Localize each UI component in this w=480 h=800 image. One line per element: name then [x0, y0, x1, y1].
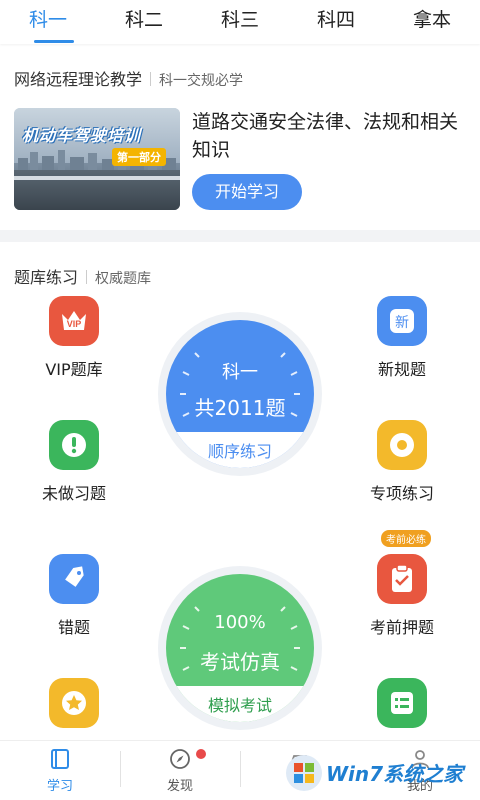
sequence-dial-count: 共2011题	[194, 396, 286, 420]
nav-discover[interactable]: 发现	[120, 741, 240, 794]
exam-dial-percent: 100%	[214, 612, 266, 633]
sequence-practice-dial[interactable]: 科一 共2011题 顺序练习	[158, 312, 322, 476]
practice-section-title: 题库练习	[14, 268, 79, 287]
exam-dial-mode: 考试仿真	[200, 650, 280, 674]
site-watermark: Win7系统之家	[282, 750, 478, 796]
pre-exam-badge: 考前必练	[381, 530, 431, 547]
active-tab-indicator	[34, 40, 74, 43]
practice-section-header: 题库练习 权威题库	[14, 264, 151, 288]
pre-exam-questions[interactable]: 考前押题	[342, 554, 462, 638]
new-badge-icon: 新	[377, 296, 427, 346]
crown-vip-icon: VIP	[49, 296, 99, 346]
wrong-questions-label: 错题	[57, 618, 90, 637]
header-divider	[86, 270, 88, 284]
tab-subject-two[interactable]: 科二	[108, 6, 180, 34]
tab-subject-four[interactable]: 科四	[300, 6, 372, 34]
list-questions[interactable]	[342, 678, 462, 728]
tab-subject-three[interactable]: 科三	[204, 6, 276, 34]
special-practice-label: 专项练习	[369, 484, 434, 503]
course-section-subtitle: 科一交规必学	[159, 73, 244, 89]
compass-icon	[170, 749, 190, 769]
target-icon	[377, 420, 427, 470]
tag-icon	[49, 554, 99, 604]
banner-part-badge: 第一部分	[112, 148, 166, 166]
nav-discover-label: 发现	[166, 779, 193, 794]
banner-guardrail	[14, 176, 180, 180]
svg-text:新: 新	[395, 315, 409, 331]
windows-logo-icon	[286, 755, 322, 791]
mock-exam-label: 模拟考试	[207, 696, 272, 715]
pre-exam-label: 考前押题	[369, 618, 434, 637]
subject-tabs: 科一 科二 科三 科四 拿本	[0, 0, 480, 44]
sequence-dial-subject: 科一	[222, 362, 258, 383]
clipboard-check-icon	[377, 554, 427, 604]
vip-question-bank-label: VIP题库	[45, 360, 103, 379]
sequence-practice-label: 顺序练习	[207, 442, 272, 461]
book-icon	[51, 749, 69, 769]
exclamation-icon	[49, 420, 99, 470]
watermark-text: Win7系统之家	[326, 762, 464, 786]
exam-dial-face: 100% 考试仿真 模拟考试	[166, 574, 314, 722]
header-divider	[150, 72, 152, 86]
nav-study-label: 学习	[46, 779, 73, 794]
vip-question-bank[interactable]: VIP VIP题库	[14, 296, 134, 380]
nav-study[interactable]: 学习	[0, 741, 120, 794]
mock-exam-dial[interactable]: 100% 考试仿真 模拟考试	[158, 566, 322, 730]
course-section-title: 网络远程理论教学	[14, 70, 143, 89]
tab-subject-one[interactable]: 科一	[12, 6, 84, 34]
banner-title: 机动车驾驶培训	[22, 126, 142, 145]
start-learning-button[interactable]: 开始学习	[192, 174, 302, 210]
wrong-questions[interactable]: 错题	[14, 554, 134, 638]
new-rules-questions[interactable]: 新 新规题	[342, 296, 462, 380]
practice-section-subtitle: 权威题库	[95, 271, 152, 287]
sequence-dial-face: 科一 共2011题 顺序练习	[166, 320, 314, 468]
section-separator	[0, 230, 480, 242]
course-section-header: 网络远程理论教学 科一交规必学	[14, 66, 243, 90]
star-icon	[49, 678, 99, 728]
favorite-questions[interactable]	[14, 678, 134, 728]
svg-text:VIP: VIP	[67, 319, 82, 329]
list-icon	[377, 678, 427, 728]
special-practice[interactable]: 专项练习	[342, 420, 462, 504]
new-rules-label: 新规题	[377, 360, 426, 379]
course-banner-image[interactable]: 机动车驾驶培训 第一部分	[14, 108, 180, 210]
tab-get-license[interactable]: 拿本	[396, 6, 468, 34]
undone-questions[interactable]: 未做习题	[14, 420, 134, 504]
notification-dot	[196, 749, 206, 759]
course-title[interactable]: 道路交通安全法律、法规和相关知识	[192, 108, 468, 164]
undone-questions-label: 未做习题	[41, 484, 106, 503]
